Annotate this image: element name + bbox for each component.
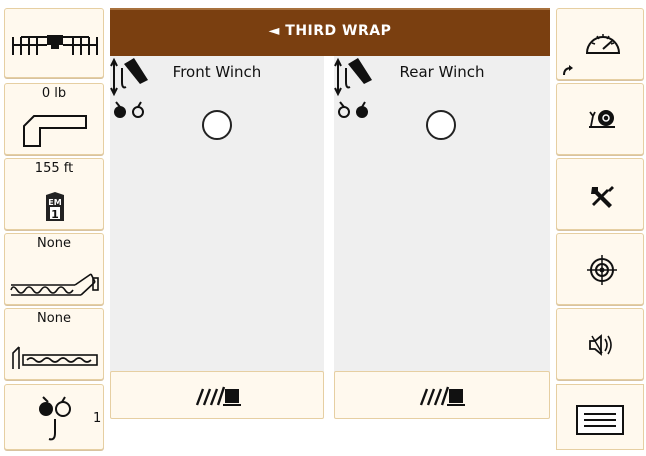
sound-tile[interactable]: [556, 308, 644, 380]
front-winch-drum-button[interactable]: [110, 371, 324, 419]
drum-icon: [419, 386, 465, 406]
hook-block-tile[interactable]: 1: [4, 384, 104, 450]
header-title-text: THIRD WRAP: [285, 23, 392, 39]
boom-extension-tile[interactable]: None: [4, 308, 104, 380]
speedometer-icon: [585, 34, 621, 54]
front-winch-indicator: [202, 110, 232, 140]
rear-winch-title: Rear Winch: [399, 63, 485, 81]
front-winch-title: Front Winch: [172, 63, 262, 81]
slow-speed-tile[interactable]: [556, 83, 644, 155]
header-title: ◄ THIRD WRAP: [110, 23, 550, 39]
rear-winch-drum-button[interactable]: [334, 371, 550, 419]
back-arrow-icon: ◄: [268, 23, 280, 39]
front-winch-panel: Front Winch: [110, 56, 324, 372]
rear-winch-indicator: [426, 110, 456, 140]
boom-length-value: 155 ft: [34, 161, 74, 176]
rear-winch-panel: Rear Winch: [334, 56, 550, 372]
mode-header[interactable]: ◄ THIRD WRAP: [110, 8, 550, 56]
hook-block-icon: [39, 396, 71, 441]
snail-slow-speed-icon: [589, 110, 615, 128]
load-tile[interactable]: 0 lb: [4, 83, 104, 155]
boom-extension-value: None: [37, 311, 71, 326]
load-value: 0 lb: [41, 86, 67, 101]
menu-icon: [576, 405, 624, 435]
curved-arrow-icon: [563, 65, 573, 76]
drum-icon: [195, 386, 241, 406]
boom-length-tile[interactable]: 155 ft EM 1: [4, 158, 104, 230]
fly-jib-tile[interactable]: None: [4, 233, 104, 305]
hook-block-count: 1: [93, 411, 102, 426]
fly-jib-icon: [10, 273, 99, 296]
fly-jib-value: None: [37, 236, 71, 251]
svg-text:EM: EM: [48, 198, 61, 207]
main-menu-button[interactable]: [556, 384, 644, 450]
svg-text:1: 1: [51, 208, 59, 221]
target-tile[interactable]: [556, 233, 644, 305]
speed-tile[interactable]: [556, 8, 644, 80]
target-icon: [587, 255, 617, 285]
boom-extension-icon: [12, 346, 98, 369]
jib-offset-icon: [23, 115, 87, 147]
speaker-mute-icon: [589, 334, 612, 356]
em1-boom-icon: EM 1: [46, 192, 64, 221]
crane-config-tile[interactable]: [4, 8, 104, 78]
crane-configuration-icon: [12, 35, 98, 55]
tools-icon: [591, 186, 614, 208]
tools-tile[interactable]: [556, 158, 644, 230]
